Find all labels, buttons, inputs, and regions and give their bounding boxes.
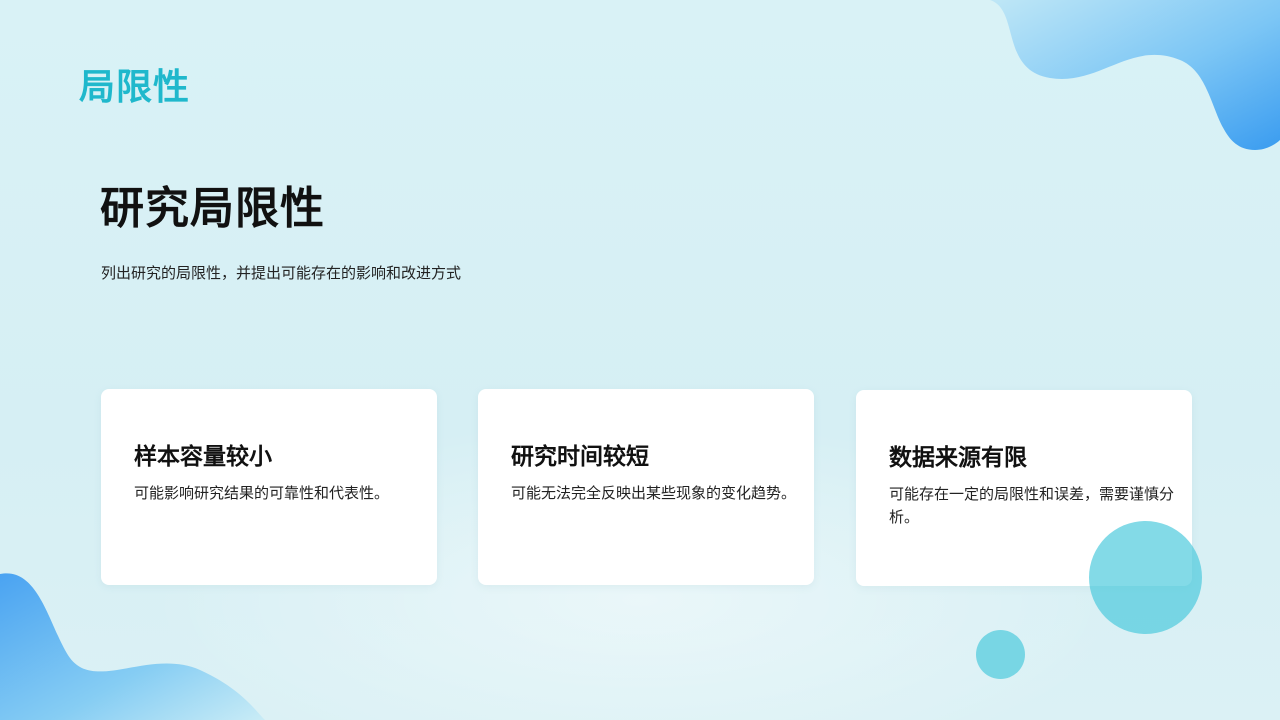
page-title: 研究局限性 bbox=[100, 183, 325, 234]
section-label: 局限性 bbox=[79, 67, 191, 108]
decorative-circle-small bbox=[976, 630, 1025, 679]
limitation-card-time-span: 研究时间较短 可能无法完全反映出某些现象的变化趋势。 bbox=[478, 389, 814, 585]
decorative-circle-large bbox=[1089, 521, 1202, 634]
limitation-card-sample-size: 样本容量较小 可能影响研究结果的可靠性和代表性。 bbox=[101, 389, 437, 585]
card-title: 研究时间较短 bbox=[511, 444, 649, 470]
page-subtitle: 列出研究的局限性，并提出可能存在的影响和改进方式 bbox=[101, 264, 462, 282]
decorative-blob-top-right bbox=[990, 0, 1280, 150]
card-title: 样本容量较小 bbox=[134, 444, 272, 470]
card-title: 数据来源有限 bbox=[889, 445, 1027, 471]
card-description: 可能无法完全反映出某些现象的变化趋势。 bbox=[511, 484, 797, 502]
card-description: 可能影响研究结果的可靠性和代表性。 bbox=[134, 484, 390, 502]
decorative-blob-bottom-left bbox=[0, 573, 265, 720]
